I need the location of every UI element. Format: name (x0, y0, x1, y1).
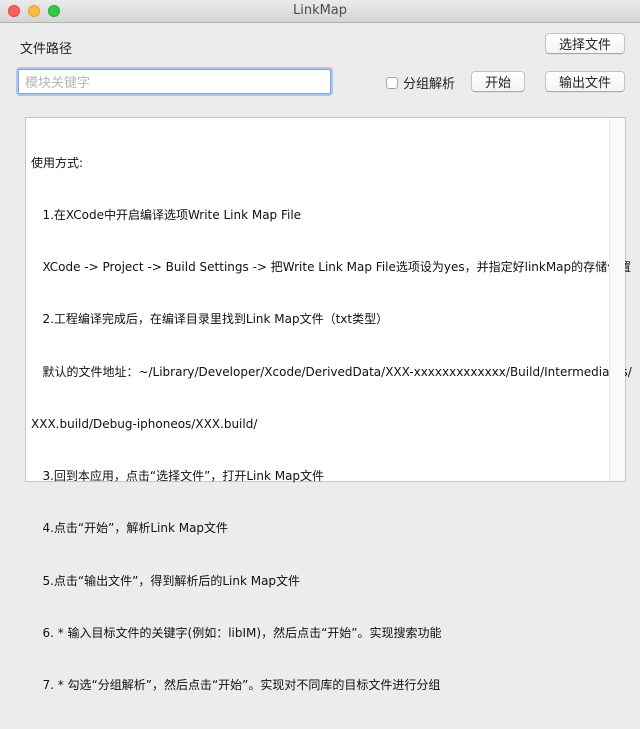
linkmap-window: LinkMap 文件路径 选择文件 模块关键字 分组解析 开始 输出文件 使用方… (0, 0, 640, 692)
export-file-button[interactable]: 输出文件 (545, 71, 625, 92)
group-parse-label: 分组解析 (403, 77, 456, 92)
window-title: LinkMap (292, 3, 348, 18)
instruction-line: 3.回到本应用，点击“选择文件”，打开Link Map文件 (31, 469, 325, 484)
start-button[interactable]: 开始 (471, 71, 525, 92)
instruction-line: 7. * 勾选“分组解析”，然后点击“开始”。实现对不同库的目标文件进行分组 (31, 678, 441, 692)
instruction-line: 5.点击“输出文件”，得到解析后的Link Map文件 (31, 573, 301, 588)
checkbox-box[interactable] (386, 76, 398, 89)
vertical-scrollbar[interactable] (609, 118, 625, 481)
instruction-line: 1.在XCode中开启编译选项Write Link Map File (31, 208, 302, 223)
instruction-line: XXX.build/Debug-iphoneos/XXX.build/ (31, 416, 258, 431)
group-parse-checkbox[interactable]: 分组解析 (386, 73, 455, 92)
module-keyword-placeholder: 模块关键字 (25, 76, 91, 91)
output-text-view[interactable]: 使用方式: 1.在XCode中开启编译选项Write Link Map File… (25, 117, 632, 692)
instruction-line: 4.点击“开始”，解析Link Map文件 (31, 521, 229, 536)
instructions-text: 使用方式: 1.在XCode中开启编译选项Write Link Map File… (31, 120, 632, 729)
module-keyword-input[interactable]: 模块关键字 (18, 69, 331, 94)
instruction-line: 2.工程编译完成后，在编译目录里找到Link Map文件（txt类型） (31, 312, 389, 327)
select-file-button[interactable]: 选择文件 (545, 33, 625, 54)
instruction-line: 使用方式: (31, 155, 84, 170)
title-bar: LinkMap (0, 0, 640, 23)
instruction-line: 6. * 输入目标文件的关键字(例如：libIM)，然后点击“开始”。实现搜索功… (31, 625, 442, 640)
instruction-line: XCode -> Project -> Build Settings -> 把W… (31, 260, 632, 275)
file-path-label: 文件路径 (20, 42, 73, 57)
instruction-line: 默认的文件地址：~/Library/Developer/Xcode/Derive… (31, 364, 632, 379)
